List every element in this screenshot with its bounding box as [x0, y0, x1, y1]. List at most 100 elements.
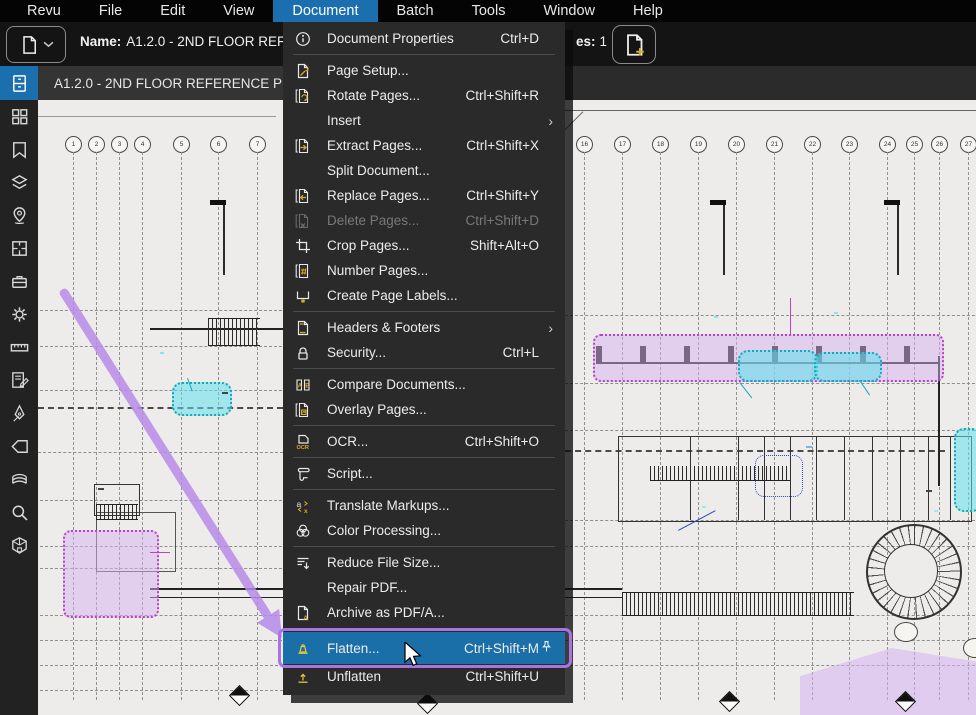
menu-item-icon — [295, 434, 319, 450]
menubar-help[interactable]: Help — [614, 0, 682, 22]
menubar-edit[interactable]: Edit — [141, 0, 204, 22]
add-page-button[interactable] — [612, 25, 656, 64]
sheet-edge — [526, 110, 976, 111]
markup-cloud-jetbridge-left[interactable] — [172, 382, 232, 416]
label-dim-24-2 — [894, 622, 918, 642]
menubar-file[interactable]: File — [80, 0, 141, 22]
menu-separator[interactable] — [293, 425, 555, 426]
menu-item-page-setup[interactable]: Page Setup... — [283, 58, 565, 83]
grid-line — [40, 390, 282, 391]
menubar-view[interactable]: View — [204, 0, 273, 22]
menu-item-icon — [295, 640, 319, 656]
grid-line — [40, 665, 283, 666]
menu-separator[interactable] — [293, 368, 555, 369]
thumbnails-icon[interactable] — [0, 100, 38, 133]
menu-item-replace-pages[interactable]: Replace Pages... Ctrl+Shift+Y — [283, 183, 565, 208]
menu-item-extract-pages[interactable]: Extract Pages... Ctrl+Shift+X — [283, 133, 565, 158]
spaces-icon[interactable] — [0, 232, 38, 265]
leader-line — [150, 552, 170, 553]
stair-hatch — [96, 504, 138, 520]
menubar-window[interactable]: Window — [524, 0, 614, 22]
menu-separator[interactable] — [293, 489, 555, 490]
menu-item-icon — [295, 113, 319, 129]
menu-item-color-processing[interactable]: Color Processing... — [283, 518, 565, 543]
chevron-down-icon — [43, 41, 54, 48]
menu-item-icon — [295, 63, 319, 79]
markup-region-bottom-right[interactable] — [800, 648, 976, 715]
tool-chest-icon[interactable] — [0, 265, 38, 298]
menu-item-insert[interactable]: Insert › — [283, 108, 565, 133]
menu-item-number-pages[interactable]: Number Pages... — [283, 258, 565, 283]
menu-item-crop-pages[interactable]: Crop Pages... Shift+Alt+O — [283, 233, 565, 258]
add-page-icon — [622, 33, 646, 57]
menubar-document[interactable]: Document — [273, 0, 377, 22]
markup-cloud-jetbridge-1[interactable] — [738, 350, 818, 382]
markups-list-icon[interactable] — [0, 364, 38, 397]
markup-cloud-jetbridge-2[interactable] — [814, 352, 882, 382]
menu-separator[interactable] — [293, 54, 555, 55]
menu-item-headers-footers[interactable]: Headers & Footers › — [283, 315, 565, 340]
menu-item-icon — [295, 345, 319, 361]
layers-icon[interactable] — [0, 166, 38, 199]
measurements-icon[interactable] — [0, 331, 38, 364]
menu-item-archive-as-pdfa[interactable]: Archive as PDF/A... — [283, 600, 565, 625]
menu-item-ocr[interactable]: OCR... Ctrl+Shift+O — [283, 429, 565, 454]
markup-cloud-right-edge[interactable] — [954, 428, 976, 512]
model-3d-icon[interactable] — [0, 529, 38, 562]
label-elev-4 — [98, 488, 104, 490]
places-icon[interactable] — [0, 199, 38, 232]
note-future-jetbridge-door-left — [160, 352, 164, 354]
pages-count: es:1 — [576, 34, 607, 49]
menu-item-icon — [295, 163, 319, 179]
menu-item-split-document[interactable]: Split Document... — [283, 158, 565, 183]
bookmarks-icon[interactable] — [0, 133, 38, 166]
wall — [816, 436, 817, 520]
menu-item-security[interactable]: Security... Ctrl+L — [283, 340, 565, 365]
menu-item-reduce-file-size[interactable]: Reduce File Size... — [283, 550, 565, 575]
pin-icon — [540, 640, 553, 653]
properties-icon[interactable] — [0, 298, 38, 331]
menubar-tools[interactable]: Tools — [453, 0, 525, 22]
markup-cloud-room[interactable] — [63, 530, 159, 618]
label-elev-2 — [926, 490, 932, 492]
file-dropdown-button[interactable] — [6, 26, 66, 63]
menu-item-document-properties[interactable]: Document Properties Ctrl+D — [283, 26, 565, 51]
signatures-icon[interactable] — [0, 397, 38, 430]
menu-item-icon — [295, 555, 319, 571]
menu-item-icon — [295, 402, 319, 418]
menu-item-unflatten[interactable]: Unflatten Ctrl+Shift+U — [283, 664, 565, 689]
mouse-cursor — [403, 642, 425, 666]
links-icon[interactable] — [0, 430, 38, 463]
menu-item-create-page-labels[interactable]: Create Page Labels... — [283, 283, 565, 308]
menu-item-rotate-pages[interactable]: Rotate Pages... Ctrl+Shift+R — [283, 83, 565, 108]
menubar-batch[interactable]: Batch — [378, 0, 453, 22]
menu-item-compare-documents[interactable]: Compare Documents... — [283, 372, 565, 397]
leader-line — [790, 298, 791, 334]
section-marker — [229, 685, 250, 706]
menu-item-icon — [295, 377, 319, 393]
menu-separator[interactable] — [293, 457, 555, 458]
menu-item-repair-pdf[interactable]: Repair PDF... — [283, 575, 565, 600]
menu-item-overlay-pages[interactable]: Overlay Pages... — [283, 397, 565, 422]
menu-item-icon — [295, 288, 319, 304]
menu-item-icon — [295, 669, 319, 685]
file-access-icon — [9, 73, 30, 94]
menubar-revu[interactable]: Revu — [8, 0, 80, 22]
file-access-panel-button[interactable] — [0, 66, 38, 100]
menu-separator[interactable] — [293, 546, 555, 547]
sets-icon[interactable] — [0, 463, 38, 496]
menu-item-icon — [295, 580, 319, 596]
menu-separator[interactable] — [293, 311, 555, 312]
menu-item-icon — [295, 213, 319, 229]
grid-line — [565, 640, 975, 641]
label-elev-3 — [222, 392, 228, 394]
menu-separator[interactable] — [293, 628, 555, 629]
markup-cloud-elec[interactable] — [755, 455, 803, 497]
search-icon[interactable] — [0, 496, 38, 529]
menu-item-icon — [295, 320, 319, 336]
menu-item-icon — [295, 88, 319, 104]
menu-item-script[interactable]: Script... — [283, 461, 565, 486]
document-tab[interactable]: A1.2.0 - 2ND FLOOR REFERENCE PL — [38, 66, 306, 100]
menu-item-delete-pages[interactable]: Delete Pages... Ctrl+Shift+D — [283, 208, 565, 233]
menu-item-translate-markups[interactable]: Translate Markups... — [283, 493, 565, 518]
